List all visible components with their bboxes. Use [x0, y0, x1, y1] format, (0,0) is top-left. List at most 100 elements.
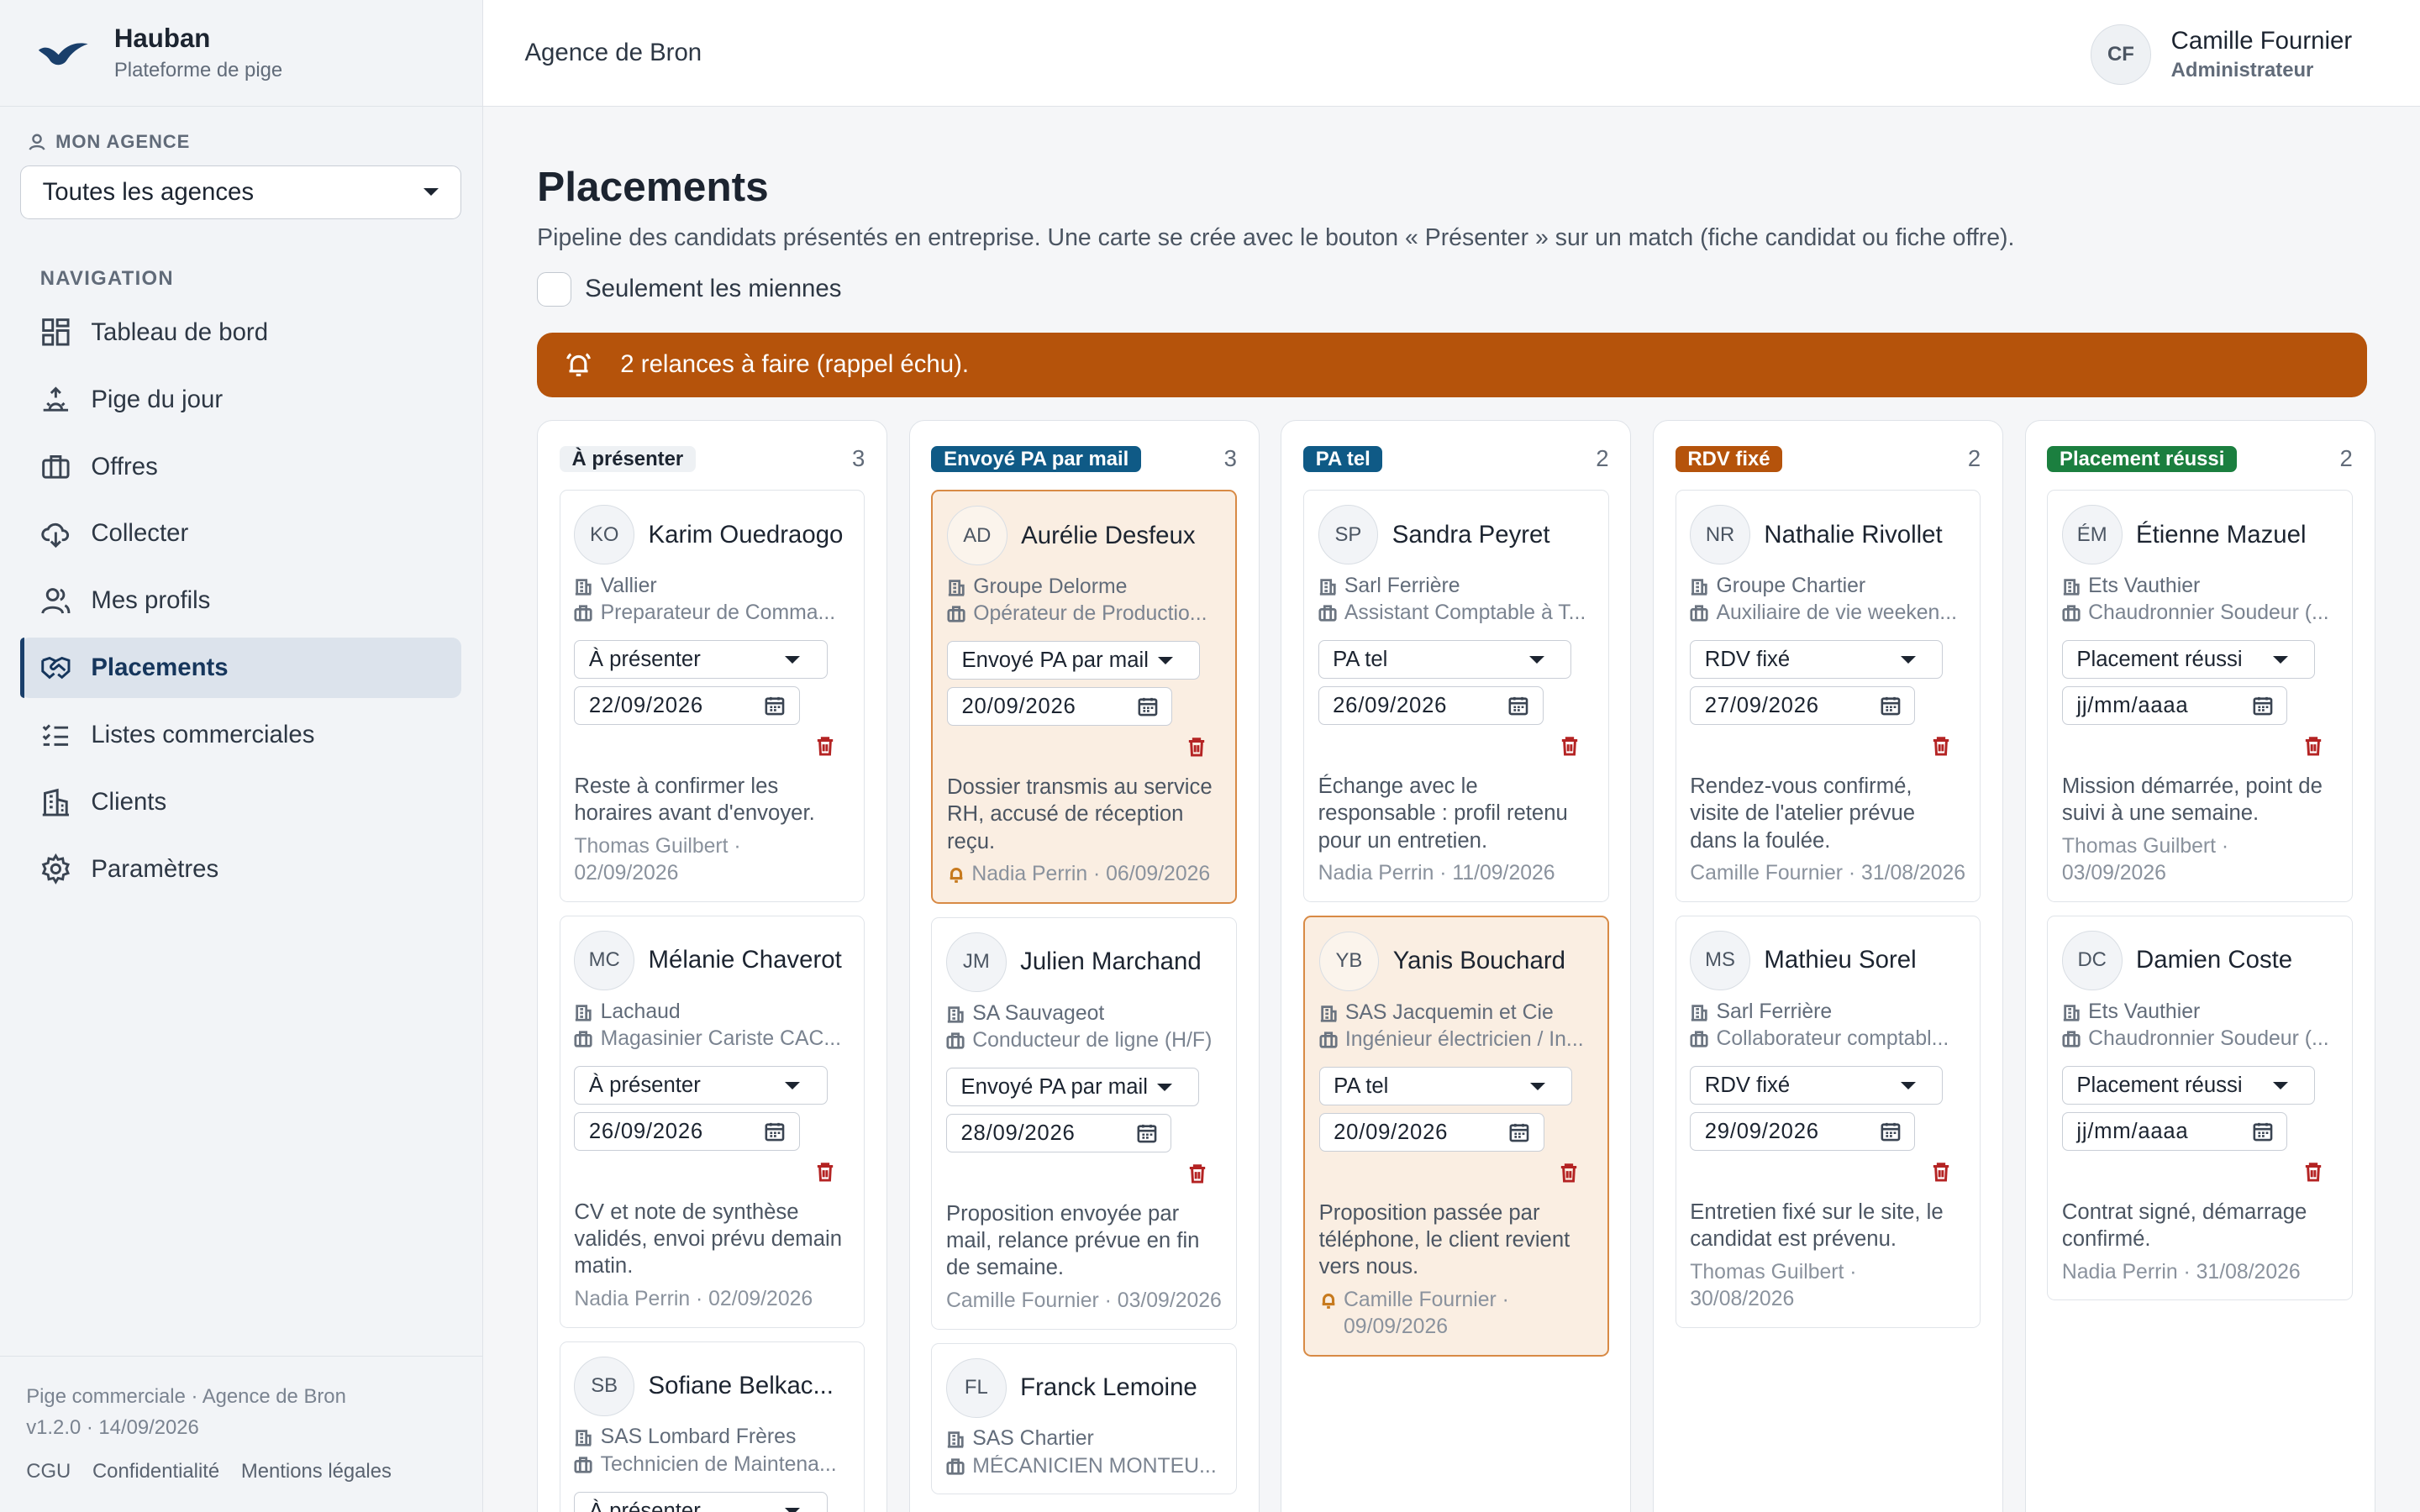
brand[interactable]: Hauban Plateforme de pige — [0, 0, 482, 107]
delete-button[interactable] — [1560, 1161, 1578, 1189]
company-name[interactable]: Ets Vauthier — [2088, 575, 2200, 598]
candidate-name[interactable]: Étienne Mazuel — [2136, 521, 2306, 549]
company-name[interactable]: SAS Jacquemin et Cie — [1345, 1001, 1554, 1025]
company-name[interactable]: SAS Chartier — [972, 1427, 1094, 1451]
sidebar-item-listes-commerciales[interactable]: Listes commerciales — [20, 705, 461, 765]
reminder-date-input[interactable]: 26/09/2026 — [1318, 686, 1544, 726]
candidate-name[interactable]: Yanis Bouchard — [1393, 947, 1565, 975]
chevron-down-icon — [1529, 1082, 1545, 1090]
stage-select[interactable]: Envoyé PA par mail — [946, 1068, 1200, 1107]
delete-button[interactable] — [2304, 1160, 2323, 1189]
stage-select[interactable]: Placement réussi — [2061, 1066, 2316, 1105]
reminder-date-input[interactable]: 22/09/2026 — [574, 686, 800, 726]
reminder-date-input[interactable]: 20/09/2026 — [947, 687, 1173, 727]
candidate-name[interactable]: Mélanie Chaverot — [649, 946, 842, 974]
delete-button[interactable] — [1187, 735, 1206, 764]
sidebar-item-collecter[interactable]: Collecter — [20, 504, 461, 564]
sidebar-item-tableau-de-bord[interactable]: Tableau de bord — [20, 302, 461, 363]
job-title[interactable]: Magasinier Cariste CAC... — [601, 1027, 841, 1051]
reminder-date-input[interactable]: 29/09/2026 — [1690, 1112, 1916, 1152]
sidebar-item-placements[interactable]: Placements — [19, 638, 462, 698]
candidate-name[interactable]: Julien Marchand — [1020, 948, 1202, 976]
stage-select[interactable]: RDV fixé — [1690, 1066, 1944, 1105]
delete-button[interactable] — [1932, 1160, 1950, 1189]
candidate-name[interactable]: Nathalie Rivollet — [1764, 521, 1942, 549]
job-title[interactable]: Collaborateur comptabl... — [1716, 1027, 1949, 1051]
reminder-date-input[interactable]: 20/09/2026 — [1318, 1113, 1544, 1152]
placement-card[interactable]: MC Mélanie Chaverot Lachaud Magasinier Cari… — [559, 916, 865, 1328]
candidate-name[interactable]: Aurélie Desfeux — [1021, 522, 1195, 550]
sidebar-item-pige-du-jour[interactable]: Pige du jour — [20, 370, 461, 430]
company-name[interactable]: Sarl Ferrière — [1344, 575, 1460, 598]
delete-button[interactable] — [2304, 734, 2323, 763]
job-title[interactable]: Opérateur de Productio... — [973, 602, 1207, 626]
candidate-name[interactable]: Karim Ouedraogo — [649, 521, 844, 549]
reminder-alert[interactable]: 2 relances à faire (rappel échu). — [537, 332, 2368, 397]
company-name[interactable]: SAS Lombard Frères — [601, 1425, 797, 1449]
sidebar-item-clients[interactable]: Clients — [20, 772, 461, 832]
placement-card[interactable]: KO Karim Ouedraogo Vallier Preparateur de C… — [559, 490, 865, 902]
stage-select[interactable]: PA tel — [1318, 1067, 1572, 1106]
reminder-date-input[interactable]: jj/mm/aaaa — [2061, 686, 2288, 726]
stage-select[interactable]: PA tel — [1318, 640, 1571, 680]
link-legal[interactable]: Mentions légales — [241, 1460, 392, 1483]
placement-card[interactable]: NR Nathalie Rivollet Groupe Chartier Auxili… — [1675, 490, 1981, 902]
user-menu[interactable]: CF Camille Fournier Administrateur — [2091, 24, 2352, 85]
only-mine-toggle[interactable]: Seulement les miennes — [537, 272, 2367, 307]
link-cgu[interactable]: CGU — [26, 1460, 71, 1483]
job-title[interactable]: Chaudronnier Soudeur (... — [2088, 1027, 2329, 1051]
placement-card[interactable]: AD Aurélie Desfeux Groupe Delorme Opérateur… — [931, 490, 1237, 904]
delete-button[interactable] — [816, 734, 834, 763]
placement-card[interactable]: ÉM Étienne Mazuel Ets Vauthier Chaudronnier… — [2047, 490, 2353, 902]
link-privacy[interactable]: Confidentialité — [92, 1460, 219, 1483]
delete-button[interactable] — [1560, 734, 1579, 763]
job-line: Chaudronnier Soudeur (... — [2062, 600, 2338, 627]
candidate-name[interactable]: Damien Coste — [2136, 946, 2292, 974]
placement-card[interactable]: MS Mathieu Sorel Sarl Ferrière Collaborateu… — [1675, 916, 1981, 1328]
delete-button[interactable] — [1932, 734, 1950, 763]
placement-card[interactable]: SP Sandra Peyret Sarl Ferrière Assistant Co… — [1303, 490, 1609, 902]
placement-card[interactable]: JM Julien Marchand SA Sauvageot Conducteur … — [931, 917, 1237, 1330]
candidate-name[interactable]: Franck Lemoine — [1020, 1373, 1197, 1402]
company-name[interactable]: SA Sauvageot — [972, 1002, 1104, 1026]
candidate-name[interactable]: Sofiane Belkac... — [649, 1372, 834, 1400]
reminder-date-input[interactable]: 28/09/2026 — [946, 1114, 1172, 1153]
stage-select[interactable]: À présenter — [574, 1066, 828, 1105]
job-title[interactable]: Technicien de Maintena... — [601, 1453, 837, 1477]
placement-card[interactable]: SB Sofiane Belkac... SAS Lombard Frères Tec… — [559, 1341, 865, 1512]
agency-select[interactable]: Toutes les agences — [19, 165, 462, 219]
stage-select[interactable]: Envoyé PA par mail — [947, 641, 1201, 680]
company-name[interactable]: Lachaud — [601, 1000, 681, 1024]
delete-button[interactable] — [1188, 1162, 1207, 1190]
job-title[interactable]: MÉCANICIEN MONTEU... — [972, 1455, 1217, 1478]
reminder-date-input[interactable]: jj/mm/aaaa — [2061, 1112, 2288, 1152]
job-title[interactable]: Auxiliaire de vie weeken... — [1716, 601, 1957, 625]
stage-select[interactable]: RDV fixé — [1690, 640, 1944, 680]
company-name[interactable]: Ets Vauthier — [2088, 1000, 2200, 1024]
company-name[interactable]: Vallier — [601, 575, 657, 598]
job-title[interactable]: Conducteur de ligne (H/F) — [972, 1029, 1212, 1053]
stage-select[interactable]: À présenter — [574, 640, 828, 680]
company-name[interactable]: Sarl Ferrière — [1716, 1000, 1832, 1024]
job-title[interactable]: Ingénieur électricien / In... — [1345, 1028, 1584, 1052]
candidate-name[interactable]: Sandra Peyret — [1392, 521, 1550, 549]
sidebar-item-paramètres[interactable]: Paramètres — [20, 839, 461, 900]
trash-icon — [818, 1163, 834, 1182]
reminder-date-input[interactable]: 26/09/2026 — [574, 1112, 800, 1152]
stage-select[interactable]: Placement réussi — [2061, 640, 2316, 680]
delete-button[interactable] — [816, 1160, 834, 1189]
company-name[interactable]: Groupe Chartier — [1716, 575, 1865, 598]
job-title[interactable]: Assistant Comptable à T... — [1344, 601, 1586, 625]
placement-card[interactable]: FL Franck Lemoine SAS Chartier MÉCANICIEN M… — [931, 1343, 1237, 1495]
only-mine-checkbox[interactable] — [537, 272, 571, 307]
placement-card[interactable]: DC Damien Coste Ets Vauthier Chaudronnier S… — [2047, 916, 2353, 1301]
candidate-name[interactable]: Mathieu Sorel — [1764, 946, 1916, 974]
job-title[interactable]: Preparateur de Comma... — [601, 601, 836, 625]
company-name[interactable]: Groupe Delorme — [973, 575, 1127, 599]
stage-select[interactable]: À présenter — [574, 1492, 828, 1512]
sidebar-item-offres[interactable]: Offres — [20, 437, 461, 497]
job-title[interactable]: Chaudronnier Soudeur (... — [2088, 601, 2329, 625]
sidebar-item-mes-profils[interactable]: Mes profils — [20, 570, 461, 631]
reminder-date-input[interactable]: 27/09/2026 — [1690, 686, 1916, 726]
placement-card[interactable]: YB Yanis Bouchard SAS Jacquemin et Cie Ingé… — [1303, 916, 1609, 1357]
